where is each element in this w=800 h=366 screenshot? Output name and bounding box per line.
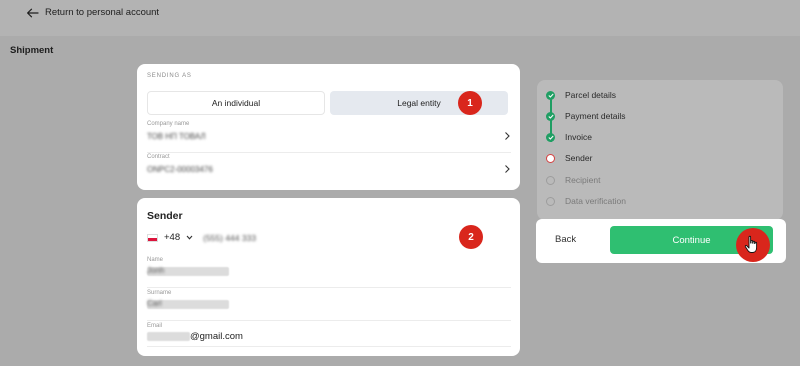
legal-entity-option-label: Legal entity [397,98,441,108]
sending-as-card: SENDING AS An individual Legal entity Co… [137,64,520,190]
surname-field[interactable]: Surname Carl [147,288,511,321]
poland-flag-icon [147,233,158,242]
step-sender: Sender [546,151,592,165]
step-payment-details: Payment details [546,109,625,123]
name-label: Name [147,257,164,263]
company-name-label: Company name [147,121,190,127]
step-label: Recipient [565,175,601,185]
phone-field[interactable]: +48 (555) 444 333 [147,232,256,243]
company-name-field[interactable]: Company name ТОВ НП ТОВАЛ [147,120,511,153]
back-button[interactable]: Back [555,234,576,245]
surname-value-blurred: Carl [147,299,229,309]
step-label: Invoice [565,132,592,142]
check-icon [546,132,555,142]
annotation-badge-2: 2 [459,225,483,249]
name-field[interactable]: Name Jonh [147,255,511,288]
top-bar: Return to personal account [0,0,800,36]
email-field[interactable]: Email @gmail.com [147,321,511,347]
individual-option-button[interactable]: An individual [147,91,325,115]
step-label: Parcel details [565,90,617,100]
pending-step-icon [546,175,555,185]
continue-button-label: Continue [672,234,711,246]
return-to-account-link[interactable]: Return to personal account [26,7,159,18]
chevron-down-icon[interactable] [186,235,193,240]
sending-as-heading: SENDING AS [147,73,192,79]
phone-code: +48 [164,232,181,243]
step-label: Sender [565,153,593,163]
contract-label: Contract [147,154,170,160]
email-domain: @gmail.com [190,331,243,342]
page-title: Shipment [10,45,54,56]
surname-value-text: Carl [147,299,162,308]
name-value-blurred: Jonh [147,266,229,276]
step-recipient: Recipient [546,173,600,187]
step-label: Data verification [565,196,626,206]
name-value: Jonh [147,266,229,276]
annotation-badge-1: 1 [458,91,482,115]
step-label: Payment details [565,111,626,121]
click-indicator [736,228,770,262]
steps-panel: Parcel details Payment details Invoice S… [537,80,783,220]
individual-option-label: An individual [211,98,261,108]
email-value: @gmail.com [147,331,243,342]
pending-step-icon [546,196,555,206]
name-value-text: Jonh [147,266,165,275]
chevron-right-icon [505,165,510,173]
return-link-label: Return to personal account [45,7,160,18]
current-step-icon [546,153,555,163]
surname-label: Surname [147,290,172,296]
contract-field[interactable]: Contract ONPC2-00003476 [147,153,511,186]
step-parcel-details: Parcel details [546,88,616,102]
chevron-right-icon [505,132,510,140]
step-data-verification: Data verification [546,194,626,208]
company-name-value: ТОВ НП ТОВАЛ [147,132,206,141]
contract-value: ONPC2-00003476 [147,165,213,174]
step-invoice: Invoice [546,130,592,144]
sender-card: Sender +48 (555) 444 333 Name Jonh Surna… [137,198,520,356]
check-icon [546,111,555,121]
phone-number-value: (555) 444 333 [203,232,257,243]
sender-title: Sender [147,210,183,222]
surname-value: Carl [147,299,229,309]
hand-pointer-icon [744,235,758,253]
email-label: Email [147,323,163,329]
arrow-left-icon [27,8,39,17]
email-local-blurred [147,332,190,341]
check-icon [546,90,555,100]
